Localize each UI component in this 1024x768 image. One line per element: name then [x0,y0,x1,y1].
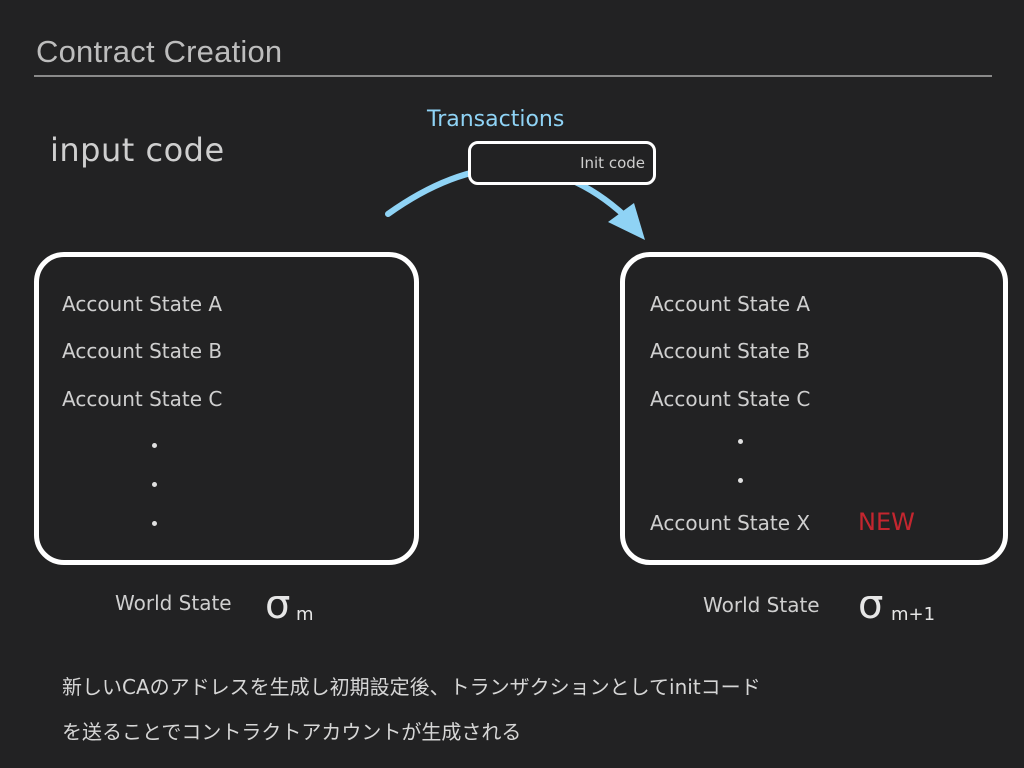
right-sigma-subscript: m+1 [891,604,936,625]
left-world-state-label: World State [115,591,232,615]
left-ellipsis-dot [152,443,157,448]
left-account-state-b: Account State B [62,339,223,363]
left-account-state-c: Account State C [62,387,223,411]
right-ellipsis-dot [738,478,743,483]
right-account-state-b: Account State B [650,339,811,363]
right-account-state-x: Account State X [650,511,811,535]
right-account-state-c: Account State C [650,387,811,411]
right-sigma-symbol: σ [858,582,884,628]
init-code-label: Init code [580,154,645,172]
new-badge: NEW [858,508,915,536]
right-world-state-label: World State [703,593,820,617]
right-account-state-a: Account State A [650,292,811,316]
explanation-line-2: を送ることでコントラクトアカウントが生成される [62,720,522,744]
left-sigma-subscript: m [296,604,314,625]
explanation-line-1: 新しいCAのアドレスを生成し初期設定後、トランザクションとしてinitコード [62,675,761,699]
left-ellipsis-dot [152,521,157,526]
init-code-box: Init code [468,141,656,185]
transactions-label: Transactions [427,107,565,132]
left-account-state-a: Account State A [62,292,223,316]
left-ellipsis-dot [152,482,157,487]
left-sigma-symbol: σ [265,582,291,628]
right-ellipsis-dot [738,439,743,444]
